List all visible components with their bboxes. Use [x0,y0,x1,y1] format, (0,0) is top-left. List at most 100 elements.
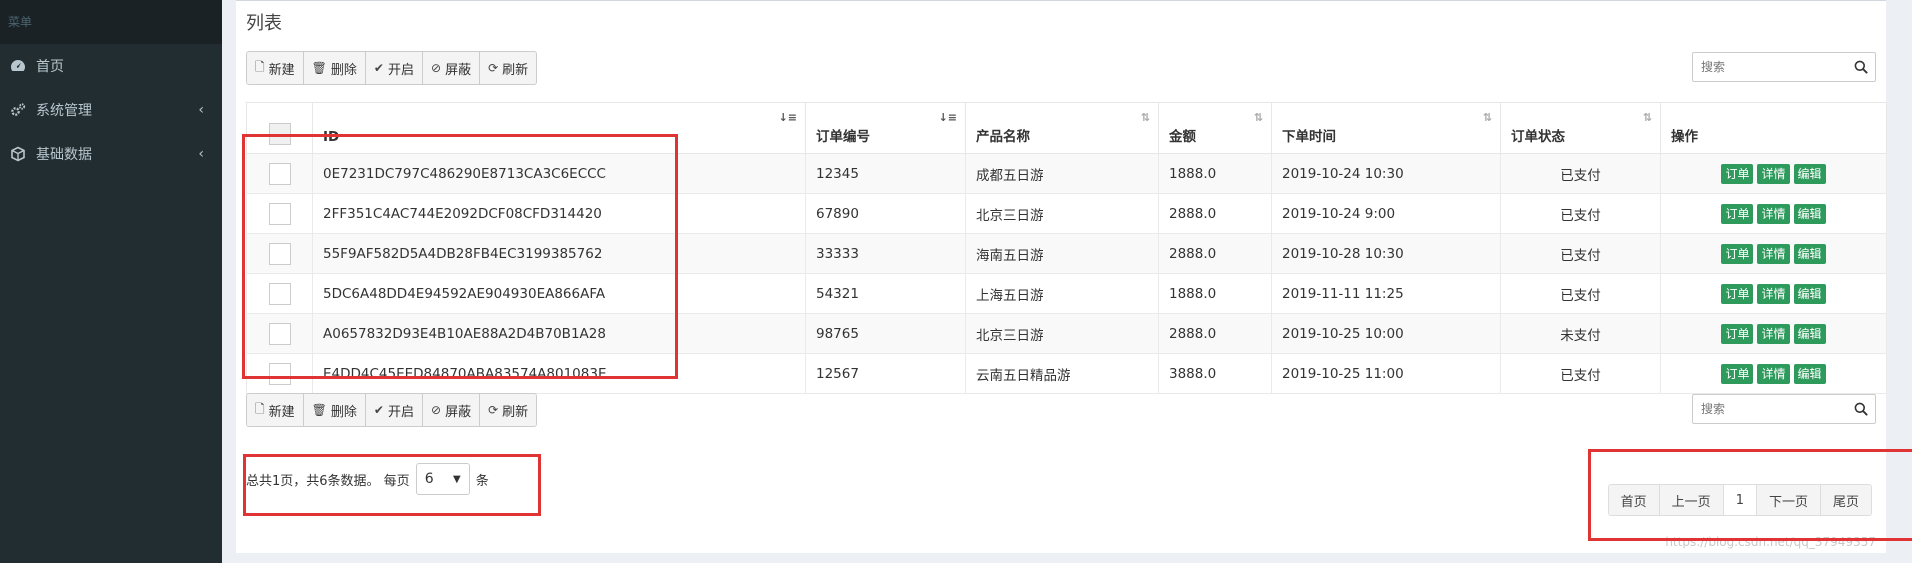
bottom-search-box [1692,394,1876,424]
cell-status: 已支付 [1500,273,1661,314]
cogs-icon [11,103,26,116]
cell-product: 海南五日游 [965,233,1159,274]
cell-status: 未支付 [1500,313,1661,354]
cube-icon [11,146,25,162]
new-button[interactable]: 🗋 新建 [247,394,304,426]
cell-actions: 订单 详情 编辑 [1660,273,1887,314]
cell-status: 已支付 [1500,353,1661,394]
edit-button[interactable]: 编辑 [1793,163,1826,184]
enable-button[interactable]: ✔ 开启 [365,52,423,84]
chevron-left-icon: ‹ [198,146,204,162]
detail-button[interactable]: 详情 [1757,203,1790,224]
highlight-box-page-size [243,454,541,516]
delete-button[interactable]: 🗑 删除 [303,394,366,426]
column-header-product[interactable]: 产品名称 ⇅ [965,102,1159,154]
cell-amount: 2888.0 [1158,313,1272,354]
cell-order-no: 12345 [805,153,966,194]
cell-amount: 2888.0 [1158,233,1272,274]
highlight-box-pager [1588,449,1912,541]
detail-button[interactable]: 详情 [1757,283,1790,304]
sidebar-item-label: 系统管理 [36,103,92,119]
sort-icon[interactable]: ⇅ [1254,111,1263,124]
order-button[interactable]: 订单 [1721,243,1754,264]
detail-button[interactable]: 详情 [1757,323,1790,344]
sidebar-item-system[interactable]: 系统管理 ‹ [0,88,222,132]
sort-icon[interactable]: ⇅ [1643,111,1652,124]
cell-amount: 1888.0 [1158,153,1272,194]
refresh-icon: ⟳ [488,61,499,75]
cell-product: 北京三日游 [965,193,1159,234]
cell-order-no: 12567 [805,353,966,394]
column-header-actions: 操作 [1660,102,1887,154]
column-header-order-no[interactable]: 订单编号 ↓≡ [805,102,966,154]
detail-button[interactable]: 详情 [1757,163,1790,184]
order-button[interactable]: 订单 [1721,163,1754,184]
sort-asc-icon[interactable]: ↓≡ [779,111,797,124]
cell-order-no: 67890 [805,193,966,234]
delete-button[interactable]: 🗑 删除 [303,52,366,84]
cell-status: 已支付 [1500,153,1661,194]
bottom-toolbar: 🗋 新建 🗑 删除 ✔ 开启 ⊘ 屏蔽 ⟳ 刷新 [246,393,538,427]
search-input[interactable] [1693,396,1853,422]
sidebar-item-home[interactable]: 首页 [0,44,222,88]
order-button[interactable]: 订单 [1721,363,1754,384]
sort-desc-icon[interactable]: ↓≡ [939,111,957,124]
sidebar-item-basedata[interactable]: 基础数据 ‹ [0,132,222,176]
cell-time: 2019-10-24 10:30 [1271,153,1501,194]
cell-time: 2019-10-25 11:00 [1271,353,1501,394]
edit-button[interactable]: 编辑 [1793,243,1826,264]
page-title: 列表 [246,13,282,34]
cell-product: 云南五日精品游 [965,353,1159,394]
file-icon: 🗋 [255,401,265,416]
edit-button[interactable]: 编辑 [1793,363,1826,384]
column-header-status[interactable]: 订单状态 ⇅ [1500,102,1661,154]
sidebar-item-label: 首页 [36,59,64,75]
search-icon[interactable] [1853,57,1869,77]
cell-time: 2019-10-24 9:00 [1271,193,1501,234]
block-button[interactable]: ⊘ 屏蔽 [423,52,481,84]
cell-actions: 订单 详情 编辑 [1660,353,1887,394]
order-button[interactable]: 订单 [1721,203,1754,224]
edit-button[interactable]: 编辑 [1793,283,1826,304]
search-input[interactable] [1693,54,1853,80]
menu-header: 菜单 [0,0,222,44]
enable-button[interactable]: ✔ 开启 [365,394,423,426]
cell-amount: 3888.0 [1158,353,1272,394]
ban-icon: ⊘ [431,403,442,417]
check-icon: ✔ [373,61,384,75]
cell-actions: 订单 详情 编辑 [1660,153,1887,194]
ban-icon: ⊘ [431,61,442,75]
edit-button[interactable]: 编辑 [1793,323,1826,344]
cell-actions: 订单 详情 编辑 [1660,313,1887,354]
refresh-button[interactable]: ⟳ 刷新 [480,52,537,84]
dashboard-icon [11,60,25,71]
cell-status: 已支付 [1500,193,1661,234]
order-button[interactable]: 订单 [1721,283,1754,304]
column-header-time[interactable]: 下单时间 ⇅ [1271,102,1501,154]
detail-button[interactable]: 详情 [1757,243,1790,264]
cell-order-no: 33333 [805,233,966,274]
cell-order-no: 54321 [805,273,966,314]
column-header-amount[interactable]: 金额 ⇅ [1158,102,1272,154]
cell-status: 已支付 [1500,233,1661,274]
block-button[interactable]: ⊘ 屏蔽 [423,394,481,426]
cell-product: 北京三日游 [965,313,1159,354]
sidebar: 菜单 首页 系统管理 ‹ 基础数据 ‹ [0,0,222,563]
cell-time: 2019-11-11 11:25 [1271,273,1501,314]
check-icon: ✔ [373,403,384,417]
refresh-icon: ⟳ [488,403,499,417]
cell-time: 2019-10-28 10:30 [1271,233,1501,274]
edit-button[interactable]: 编辑 [1793,203,1826,224]
cell-order-no: 98765 [805,313,966,354]
sort-icon[interactable]: ⇅ [1483,111,1492,124]
trash-icon: 🗑 [311,61,327,75]
new-button[interactable]: 🗋 新建 [247,52,304,84]
refresh-button[interactable]: ⟳ 刷新 [480,394,537,426]
cell-actions: 订单 详情 编辑 [1660,193,1887,234]
top-search-box [1692,52,1876,82]
chevron-left-icon: ‹ [198,102,204,118]
sort-icon[interactable]: ⇅ [1141,111,1150,124]
search-icon[interactable] [1853,399,1869,419]
order-button[interactable]: 订单 [1721,323,1754,344]
detail-button[interactable]: 详情 [1757,363,1790,384]
